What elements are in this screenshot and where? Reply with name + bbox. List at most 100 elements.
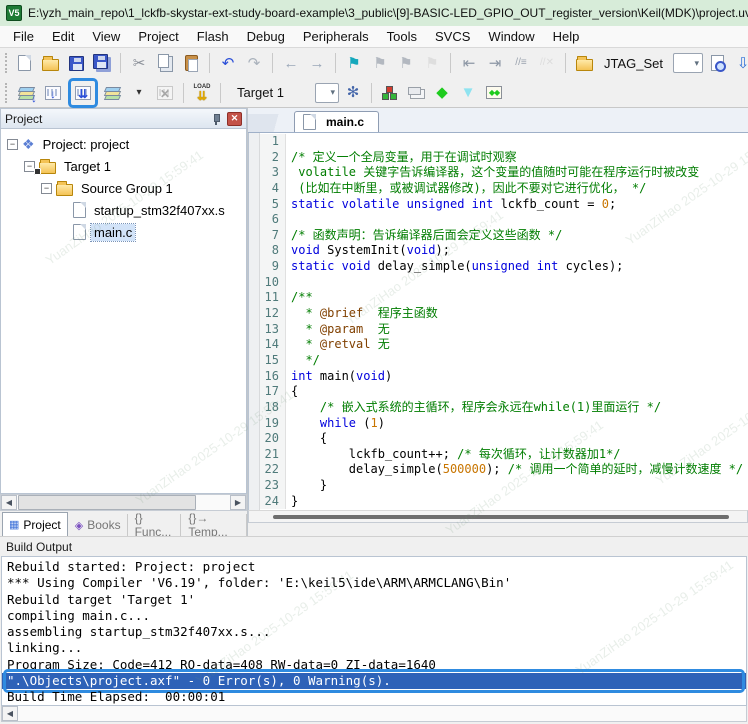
breakpoint-margin[interactable] [249, 133, 260, 510]
menu-flash[interactable]: Flash [188, 27, 238, 46]
build-output-scrollbar[interactable]: ◀ [1, 706, 747, 722]
scroll-left-icon[interactable]: ◀ [1, 495, 17, 510]
tree-item-startup-stm32f407xx-s[interactable]: startup_stm32f407xx.s [1, 199, 246, 221]
tab-label: Books [87, 518, 120, 532]
menu-help[interactable]: Help [544, 27, 589, 46]
toolbar-grip[interactable] [5, 53, 7, 73]
search-combo[interactable]: ▾ [673, 53, 703, 73]
menu-tools[interactable]: Tools [378, 27, 426, 46]
scroll-track[interactable] [17, 495, 230, 510]
target-select[interactable]: Target 1 [227, 85, 313, 100]
code-editor[interactable]: 12/* 定义一个全局变量，用于在调试时观察3 volatile 关键字告诉编译… [248, 133, 748, 510]
scroll-right-icon[interactable]: ▶ [230, 495, 246, 510]
code-line: 9static void delay_simple(unsigned int c… [260, 259, 748, 275]
batch-build-icon[interactable] [101, 81, 125, 105]
editor-horizontal-scrollbar[interactable] [248, 510, 748, 523]
code-line: 5static volatile unsigned int lckfb_coun… [260, 197, 748, 213]
save-all-icon[interactable] [90, 51, 114, 75]
tree-item-source-group-1[interactable]: −Source Group 1 [1, 177, 246, 199]
menu-project[interactable]: Project [129, 27, 187, 46]
incremental-find-icon[interactable]: ⇩ [731, 51, 748, 75]
menu-debug[interactable]: Debug [238, 27, 294, 46]
menu-edit[interactable]: Edit [43, 27, 83, 46]
copy-icon[interactable] [153, 51, 177, 75]
navigate-back-icon[interactable]: ← [279, 51, 303, 75]
code-text: } [286, 478, 327, 494]
tree-expander-icon[interactable]: − [41, 183, 52, 194]
uncomment-selection-icon[interactable]: //✕ [535, 51, 559, 75]
insert-bookmark-icon[interactable]: ⚑ [342, 51, 366, 75]
line-number: 18 [260, 400, 286, 416]
manage-components-icon[interactable]: ◆◆ [482, 81, 506, 105]
tab-books[interactable]: ◈Books [69, 514, 128, 536]
scroll-thumb[interactable] [18, 495, 196, 510]
file-icon [303, 114, 316, 130]
menu-svcs[interactable]: SVCS [426, 27, 479, 46]
save-icon[interactable] [64, 51, 88, 75]
line-number: 1 [260, 134, 286, 150]
tab--func-[interactable]: {} Func... [129, 514, 182, 536]
file-icon [73, 202, 86, 218]
target-select-dropdown[interactable]: ▾ [315, 83, 339, 103]
open-folder-icon[interactable] [38, 51, 62, 75]
line-number: 15 [260, 353, 286, 369]
menu-peripherals[interactable]: Peripherals [294, 27, 378, 46]
tree-expander-icon[interactable]: − [7, 139, 18, 150]
batch-build-dropdown-icon[interactable]: ▾ [127, 81, 151, 105]
rebuild-all-icon[interactable]: ⇊ [71, 81, 95, 105]
unindent-icon[interactable]: ⇤ [457, 51, 481, 75]
menu-window[interactable]: Window [479, 27, 543, 46]
code-text [286, 212, 291, 228]
previous-bookmark-icon[interactable]: ⚑ [368, 51, 392, 75]
translate-file-icon[interactable]: ↓ [15, 81, 39, 105]
code-text: while (1) [286, 416, 385, 432]
tree-item-project-project[interactable]: −❖Project: project [1, 133, 246, 155]
tree-item-main-c[interactable]: main.c [1, 221, 246, 243]
new-file-icon[interactable] [12, 51, 36, 75]
paste-icon[interactable] [179, 51, 203, 75]
configure-flash-tools-icon[interactable] [572, 51, 596, 75]
find-in-files-icon[interactable] [705, 51, 729, 75]
tree-item-target-1[interactable]: −Target 1 [1, 155, 246, 177]
menu-view[interactable]: View [83, 27, 129, 46]
tab-main-c[interactable]: main.c [294, 111, 379, 132]
download-load-icon[interactable]: LOAD⇊ [190, 81, 214, 105]
cut-icon[interactable]: ✂ [127, 51, 151, 75]
scroll-left-icon[interactable]: ◀ [2, 706, 18, 721]
build-icon[interactable]: ↓ [41, 81, 65, 105]
indent-icon[interactable]: ⇥ [483, 51, 507, 75]
tab-project[interactable]: ▦Project [2, 512, 68, 536]
scroll-thumb[interactable] [273, 515, 729, 519]
line-number: 24 [260, 494, 286, 510]
clear-bookmarks-icon[interactable]: ⚑ [420, 51, 444, 75]
menu-file[interactable]: File [4, 27, 43, 46]
project-targets-diamond-icon[interactable]: ◆ [430, 81, 454, 105]
navigate-forward-icon[interactable]: → [305, 51, 329, 75]
comment-selection-icon[interactable]: //≡ [509, 51, 533, 75]
project-horizontal-scrollbar[interactable]: ◀ ▶ [0, 494, 247, 511]
file-extensions-books-icon[interactable] [404, 81, 428, 105]
manage-run-time-environment-icon[interactable] [378, 81, 402, 105]
pin-icon[interactable] [209, 112, 223, 126]
build-log-line: Build Time Elapsed: 00:00:01 [2, 689, 746, 705]
jtag-set-label: JTAG_Set [598, 56, 669, 71]
toolbar-separator [209, 53, 210, 73]
build-log-line: Rebuild started: Project: project [2, 559, 746, 575]
code-line: 15 */ [260, 353, 748, 369]
tab--temp-[interactable]: {}→ Temp... [182, 514, 247, 536]
scroll-track[interactable] [18, 706, 746, 721]
next-bookmark-icon[interactable]: ⚑ [394, 51, 418, 75]
stop-build-icon[interactable]: ✕ [153, 81, 177, 105]
build-output-log[interactable]: Rebuild started: Project: project*** Usi… [1, 556, 747, 706]
tree-item-label: Project: project [40, 136, 133, 153]
toolbar-grip[interactable] [5, 83, 10, 103]
undo-icon[interactable]: ↶ [216, 51, 240, 75]
options-for-target-icon[interactable]: ✻ [341, 81, 365, 105]
code-line: 11/** [260, 290, 748, 306]
editor-tabstrip: main.c [248, 108, 748, 133]
toolbar-separator [120, 53, 121, 73]
select-folders-funnel-icon[interactable]: ▼ [456, 81, 480, 105]
redo-icon[interactable]: ↷ [242, 51, 266, 75]
close-icon[interactable]: ✕ [227, 112, 242, 126]
project-panel-title: Project [5, 112, 205, 126]
